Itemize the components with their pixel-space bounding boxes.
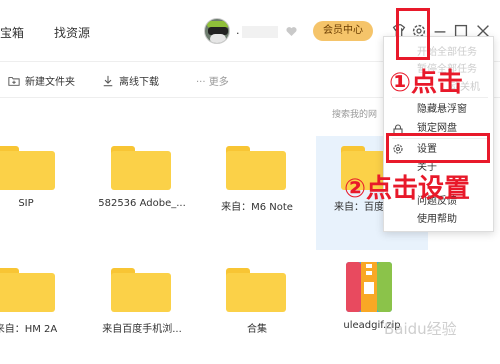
offline-download-label: 离线下载 bbox=[119, 77, 159, 88]
annotation-step-2: ②点击设置 bbox=[344, 174, 471, 204]
file-name: 合集 bbox=[247, 324, 267, 335]
folder-plus-icon bbox=[8, 76, 20, 86]
menu-item-help[interactable]: 使用帮助 bbox=[384, 210, 495, 229]
avatar[interactable] bbox=[204, 18, 230, 44]
more-label: ··· 更多 bbox=[196, 77, 229, 88]
file-item[interactable]: 582536 Adobe_... bbox=[86, 128, 198, 242]
username: . bbox=[236, 24, 240, 37]
highlight-settings-box bbox=[386, 133, 490, 163]
menu-item-hide-float[interactable]: 隐藏悬浮窗 bbox=[384, 100, 495, 119]
folder-icon bbox=[111, 146, 171, 190]
vip-center-button[interactable]: 会员中心 bbox=[313, 21, 373, 41]
folder-icon bbox=[111, 268, 171, 312]
file-name: 582536 Adobe_... bbox=[98, 198, 186, 209]
download-icon bbox=[103, 75, 113, 86]
more-button[interactable]: ··· 更多 bbox=[196, 73, 229, 88]
offline-download-button[interactable]: 离线下载 bbox=[102, 73, 159, 88]
folder-icon bbox=[226, 146, 286, 190]
file-item[interactable]: 来自：HM 2A bbox=[0, 250, 82, 364]
folder-icon bbox=[0, 268, 55, 312]
file-item[interactable]: uleadgif.zip bbox=[316, 250, 428, 364]
tab-treasure-box[interactable]: 宝箱 bbox=[0, 24, 24, 41]
new-folder-button[interactable]: 新建文件夹 bbox=[8, 73, 75, 88]
file-item[interactable]: 来自百度手机浏... bbox=[86, 250, 198, 364]
annotation-step-1: ①点击 bbox=[389, 68, 464, 98]
file-name: 来自：M6 Note bbox=[221, 202, 293, 213]
tab-find-resources[interactable]: 找资源 bbox=[54, 24, 90, 41]
highlight-gear-box bbox=[396, 8, 430, 60]
file-name: SIP bbox=[18, 198, 34, 209]
username-blur bbox=[242, 26, 278, 38]
file-name: 来自：HM 2A bbox=[0, 324, 58, 335]
file-name: 来自百度手机浏... bbox=[102, 324, 182, 335]
folder-icon bbox=[226, 268, 286, 312]
watermark: Baidu经验 bbox=[384, 320, 457, 338]
search-placeholder: 搜索我的网 bbox=[332, 110, 378, 120]
file-item[interactable]: SIP bbox=[0, 128, 82, 242]
file-item[interactable]: 来自：M6 Note bbox=[201, 128, 313, 242]
folder-icon bbox=[0, 146, 55, 190]
new-folder-label: 新建文件夹 bbox=[25, 77, 75, 88]
zip-icon bbox=[346, 262, 392, 312]
file-item[interactable]: 合集 bbox=[201, 250, 313, 364]
heart-icon[interactable] bbox=[285, 25, 298, 38]
